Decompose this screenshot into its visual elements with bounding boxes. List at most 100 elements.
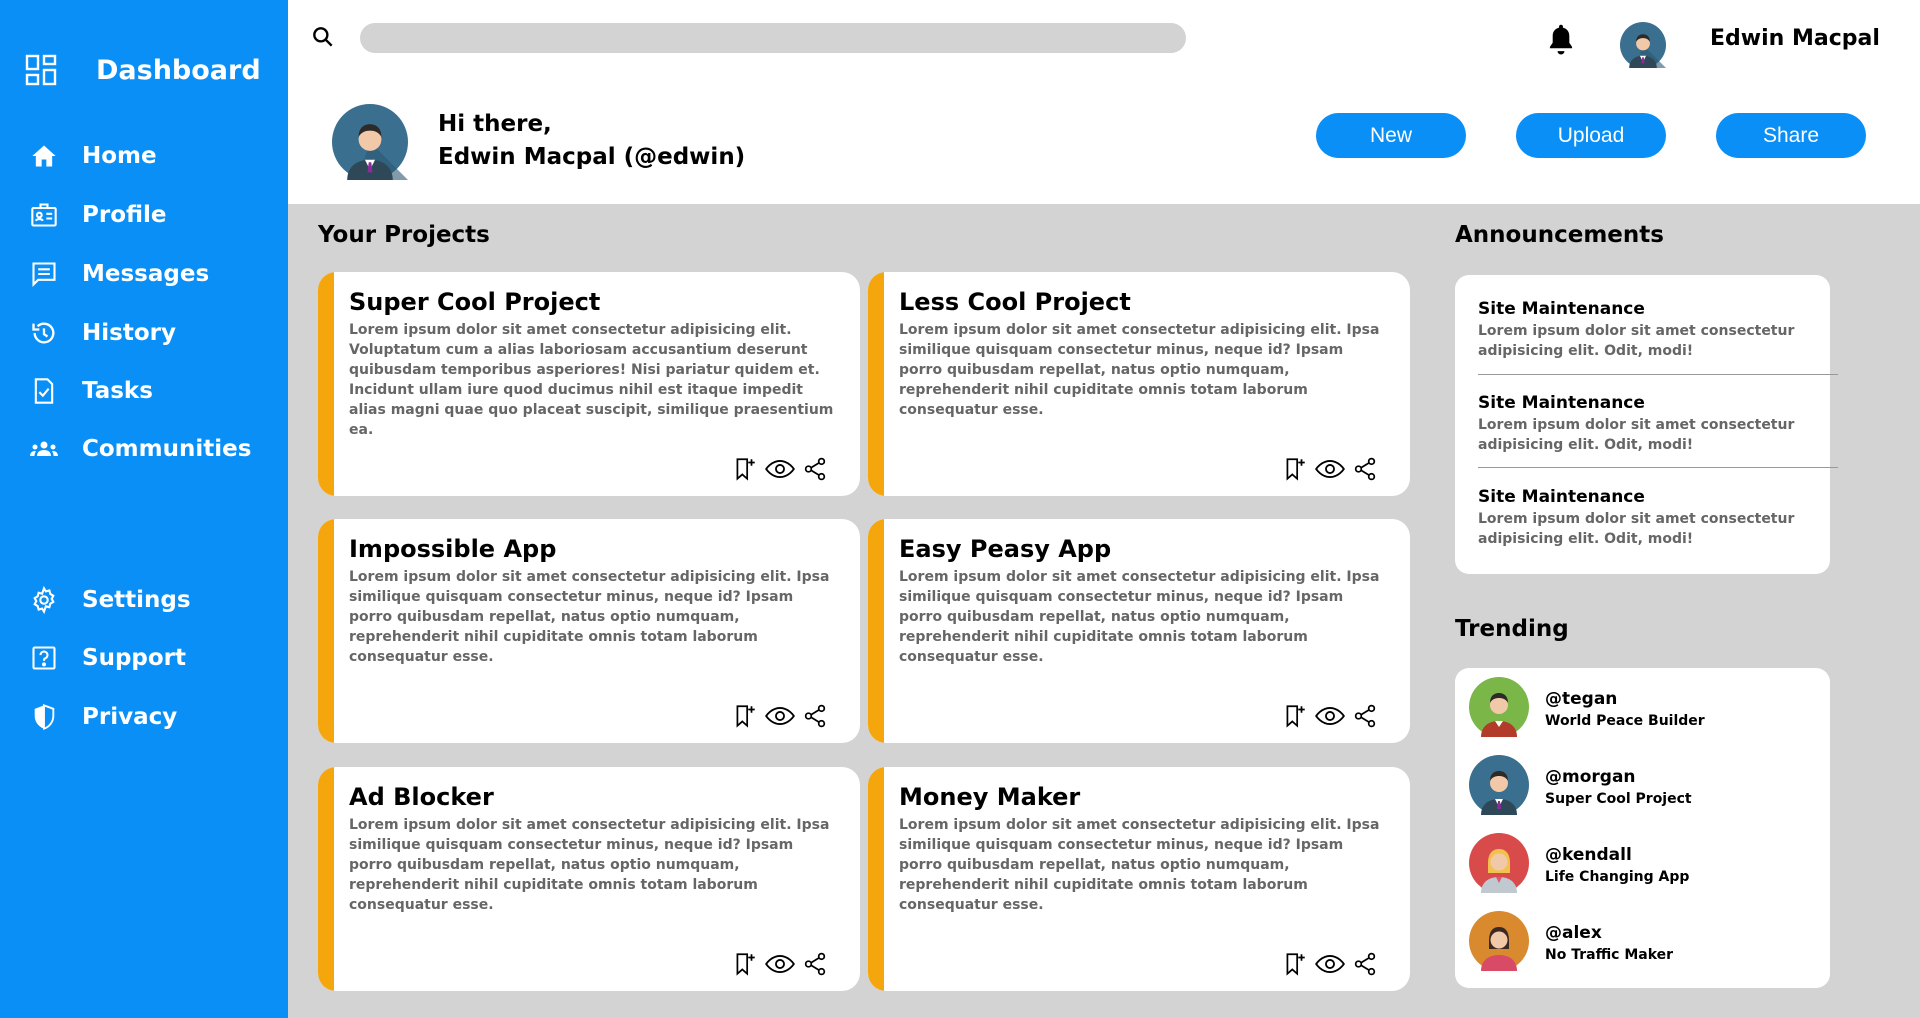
- sidebar-item-label: Home: [82, 143, 157, 169]
- bookmark-add-icon[interactable]: [1280, 454, 1310, 484]
- trending-item[interactable]: @alex No Traffic Maker: [1469, 911, 1809, 971]
- share-icon[interactable]: [1350, 454, 1380, 484]
- project-description: Lorem ipsum dolor sit amet consectetur a…: [899, 569, 1380, 665]
- sidebar-item-messages[interactable]: Messages: [28, 254, 209, 294]
- home-icon: [28, 140, 60, 172]
- share-icon[interactable]: [1350, 949, 1380, 979]
- search-icon[interactable]: [310, 24, 336, 50]
- project-card[interactable]: Money Maker Lorem ipsum dolor sit amet c…: [868, 767, 1410, 991]
- eye-icon[interactable]: [765, 949, 795, 979]
- avatar[interactable]: [1620, 22, 1666, 68]
- trending-project: Super Cool Project: [1545, 791, 1692, 807]
- divider: [1478, 467, 1838, 468]
- share-icon[interactable]: [800, 701, 830, 731]
- bookmark-add-icon[interactable]: [1280, 949, 1310, 979]
- announcements-panel: Site Maintenance Lorem ipsum dolor sit a…: [1455, 275, 1838, 574]
- trending-panel: @tegan World Peace Builder @morgan Super…: [1455, 668, 1830, 988]
- profile-avatar: [332, 104, 408, 180]
- divider: [1478, 374, 1838, 375]
- brand[interactable]: Dashboard: [24, 50, 261, 90]
- card-accent: [868, 767, 884, 991]
- sidebar-item-profile[interactable]: Profile: [28, 195, 167, 235]
- card-actions: [730, 701, 835, 731]
- bookmark-add-icon[interactable]: [730, 949, 760, 979]
- new-button[interactable]: New: [1316, 113, 1466, 158]
- project-card[interactable]: Super Cool Project Lorem ipsum dolor sit…: [318, 272, 860, 496]
- project-description: Lorem ipsum dolor sit amet consectetur a…: [349, 322, 834, 438]
- gear-icon: [28, 584, 60, 616]
- announcement-description: Lorem ipsum dolor sit amet consectetur a…: [1478, 511, 1795, 547]
- card-actions: [1280, 949, 1385, 979]
- card-accent: [868, 519, 884, 743]
- trending-item[interactable]: @tegan World Peace Builder: [1469, 677, 1809, 737]
- sidebar-item-privacy[interactable]: Privacy: [28, 697, 177, 737]
- eye-icon[interactable]: [765, 701, 795, 731]
- avatar: [1469, 911, 1529, 971]
- trending-project: Life Changing App: [1545, 869, 1690, 885]
- project-card[interactable]: Impossible App Lorem ipsum dolor sit ame…: [318, 519, 860, 743]
- announcement-item[interactable]: Site Maintenance Lorem ipsum dolor sit a…: [1478, 487, 1814, 549]
- bell-icon[interactable]: [1544, 22, 1578, 58]
- share-icon[interactable]: [800, 949, 830, 979]
- trending-item[interactable]: @morgan Super Cool Project: [1469, 755, 1809, 815]
- project-card[interactable]: Ad Blocker Lorem ipsum dolor sit amet co…: [318, 767, 860, 991]
- share-button[interactable]: Share: [1716, 113, 1866, 158]
- share-icon[interactable]: [1350, 701, 1380, 731]
- sidebar: Dashboard Home Profile Messages History …: [0, 0, 288, 1018]
- sidebar-item-label: History: [82, 320, 176, 346]
- eye-icon[interactable]: [765, 454, 795, 484]
- bookmark-add-icon[interactable]: [730, 701, 760, 731]
- upload-button[interactable]: Upload: [1516, 113, 1666, 158]
- eye-icon[interactable]: [1315, 701, 1345, 731]
- eye-icon[interactable]: [1315, 949, 1345, 979]
- card-accent: [868, 272, 884, 496]
- avatar: [1469, 677, 1529, 737]
- announcement-description: Lorem ipsum dolor sit amet consectetur a…: [1478, 323, 1795, 359]
- sidebar-item-label: Profile: [82, 202, 167, 228]
- brand-title: Dashboard: [96, 54, 261, 86]
- sidebar-item-label: Messages: [82, 261, 210, 287]
- greeting-line: Hi there,: [438, 111, 552, 137]
- trending-project: World Peace Builder: [1545, 713, 1705, 729]
- bookmark-add-icon[interactable]: [730, 454, 760, 484]
- greeting: Hi there, Edwin Macpal (@edwin): [438, 108, 745, 174]
- sidebar-item-home[interactable]: Home: [28, 136, 157, 176]
- announcement-item[interactable]: Site Maintenance Lorem ipsum dolor sit a…: [1478, 299, 1814, 361]
- project-description: Lorem ipsum dolor sit amet consectetur a…: [899, 817, 1380, 913]
- sidebar-item-settings[interactable]: Settings: [28, 580, 191, 620]
- projects-title: Your Projects: [318, 222, 490, 248]
- task-icon: [28, 375, 60, 407]
- card-actions: [730, 949, 835, 979]
- card-accent: [318, 272, 334, 496]
- trending-title: Trending: [1455, 616, 1569, 642]
- sidebar-item-history[interactable]: History: [28, 313, 176, 353]
- sidebar-item-label: Tasks: [82, 378, 153, 404]
- bookmark-add-icon[interactable]: [1280, 701, 1310, 731]
- project-card[interactable]: Less Cool Project Lorem ipsum dolor sit …: [868, 272, 1410, 496]
- card-actions: [730, 454, 835, 484]
- card-actions: [1280, 701, 1385, 731]
- trending-project: No Traffic Maker: [1545, 947, 1674, 963]
- announcement-item[interactable]: Site Maintenance Lorem ipsum dolor sit a…: [1478, 393, 1814, 455]
- people-icon: [28, 433, 60, 465]
- eye-icon[interactable]: [1315, 454, 1345, 484]
- project-description: Lorem ipsum dolor sit amet consectetur a…: [349, 817, 830, 913]
- sidebar-item-support[interactable]: Support: [28, 638, 186, 678]
- project-title: Money Maker: [899, 783, 1081, 811]
- help-icon: [28, 642, 60, 674]
- trending-item[interactable]: @kendall Life Changing App: [1469, 833, 1809, 893]
- shield-icon: [28, 701, 60, 733]
- project-title: Less Cool Project: [899, 288, 1131, 316]
- sidebar-item-label: Settings: [82, 587, 191, 613]
- search-input[interactable]: [360, 23, 1186, 53]
- id-card-icon: [28, 199, 60, 231]
- message-icon: [28, 258, 60, 290]
- share-icon[interactable]: [800, 454, 830, 484]
- project-title: Impossible App: [349, 535, 557, 563]
- project-description: Lorem ipsum dolor sit amet consectetur a…: [899, 322, 1380, 418]
- project-card[interactable]: Easy Peasy App Lorem ipsum dolor sit ame…: [868, 519, 1410, 743]
- card-accent: [318, 519, 334, 743]
- sidebar-item-tasks[interactable]: Tasks: [28, 371, 153, 411]
- sidebar-item-communities[interactable]: Communities: [28, 429, 251, 469]
- trending-handle: @alex: [1545, 923, 1602, 943]
